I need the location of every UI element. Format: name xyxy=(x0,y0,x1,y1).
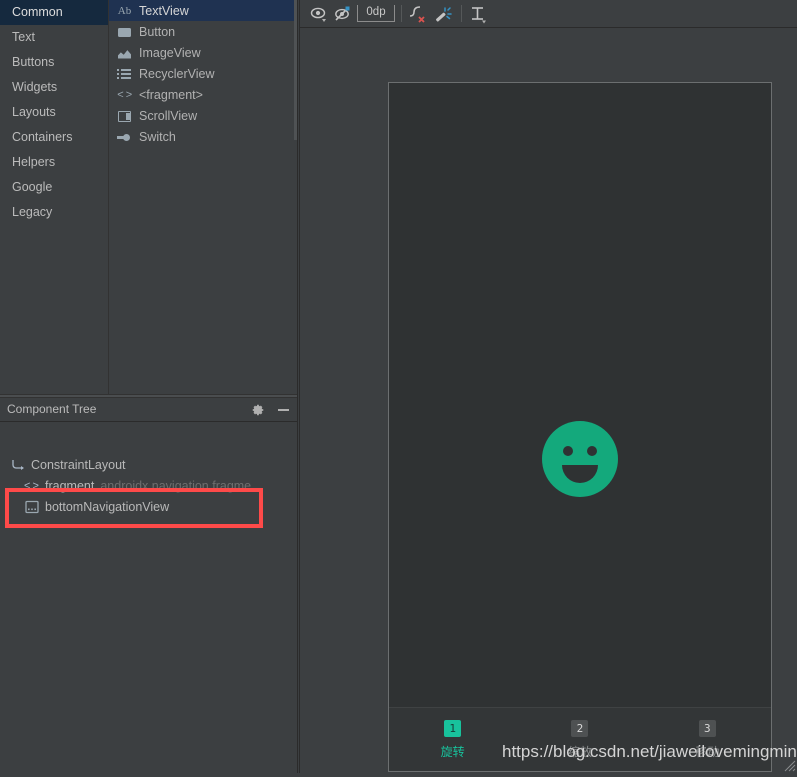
watermark-text: https://blog.csdn.net/jiaweilovemingming xyxy=(502,742,797,761)
palette-item-switch[interactable]: Switch xyxy=(109,126,297,147)
list-icon xyxy=(116,67,133,81)
palette-item-scrollview[interactable]: ScrollView xyxy=(109,105,297,126)
palette-category-containers[interactable]: Containers xyxy=(0,125,108,150)
palette-category-legacy[interactable]: Legacy xyxy=(0,200,108,225)
code-brackets-icon: < > xyxy=(117,88,132,101)
guideline-icon[interactable] xyxy=(468,4,490,24)
tree-node-detail: androidx.navigation.fragme xyxy=(100,479,252,493)
palette-item-label: ImageView xyxy=(139,45,201,60)
palette-category-label: Widgets xyxy=(12,80,58,94)
palette-category-helpers[interactable]: Helpers xyxy=(0,150,108,175)
palette-category-common[interactable]: Common xyxy=(0,0,108,25)
component-tree-header: Component Tree xyxy=(0,399,297,422)
palette-category-label: Helpers xyxy=(12,155,56,169)
fragment-icon: < > xyxy=(24,480,39,492)
palette-category-label: Containers xyxy=(12,130,73,144)
component-tree-body[interactable]: ConstraintLayout < > fragment androidx.n… xyxy=(0,422,297,773)
palette-item-recyclerview[interactable]: RecyclerView xyxy=(109,63,297,84)
device-preview[interactable]: 1 旋转 2 缩放 3 移动 xyxy=(388,82,772,772)
button-icon xyxy=(116,25,133,39)
nav-badge-icon: 1 xyxy=(444,719,462,737)
nav-item-label: 旋转 xyxy=(440,744,465,759)
palette-item-label: ScrollView xyxy=(139,108,198,123)
left-panel: Common Text Buttons Widgets Layouts Cont… xyxy=(0,0,297,773)
tree-node-fragment[interactable]: < > fragment androidx.navigation.fragme xyxy=(24,479,251,493)
palette-category-layouts[interactable]: Layouts xyxy=(0,100,108,125)
palette-item-button[interactable]: Button xyxy=(109,21,297,42)
palette-category-label: Buttons xyxy=(12,55,55,69)
palette-category-google[interactable]: Google xyxy=(0,175,108,200)
toolbar-separator xyxy=(401,5,402,22)
palette-item-textview[interactable]: Ab TextView xyxy=(109,0,297,21)
toggle-visibility-constraints-icon[interactable] xyxy=(333,4,353,24)
palette-category-text[interactable]: Text xyxy=(0,25,108,50)
palette-item-label: RecyclerView xyxy=(139,66,215,81)
image-icon xyxy=(116,46,133,60)
palette-item-label: Switch xyxy=(139,129,176,144)
panel-splitter-horizontal[interactable] xyxy=(0,394,297,398)
palette-category-buttons[interactable]: Buttons xyxy=(0,50,108,75)
design-toolbar: 0dp xyxy=(300,0,797,28)
palette-item-label: Button xyxy=(139,24,176,39)
design-canvas[interactable]: 1 旋转 2 缩放 3 移动 xyxy=(300,28,797,773)
component-tree-panel: Component Tree ConstraintLayout < > frag… xyxy=(0,399,297,773)
palette-category-label: Text xyxy=(12,30,35,44)
default-margin-value[interactable]: 0dp xyxy=(357,5,395,22)
switch-icon xyxy=(116,130,133,144)
palette-category-list[interactable]: Common Text Buttons Widgets Layouts Cont… xyxy=(0,0,109,394)
bottom-navigation-icon xyxy=(24,500,40,514)
palette-category-label: Legacy xyxy=(12,205,53,219)
view-options-icon[interactable] xyxy=(308,4,330,24)
minimize-icon[interactable] xyxy=(278,409,289,411)
nav-badge-icon: 3 xyxy=(698,719,716,737)
palette-category-label: Google xyxy=(12,180,53,194)
palette-category-widgets[interactable]: Widgets xyxy=(0,75,108,100)
palette-item-list[interactable]: Ab TextView Button ImageView RecyclerVie… xyxy=(109,0,297,394)
palette-item-label: TextView xyxy=(139,3,189,18)
infer-constraints-icon[interactable] xyxy=(432,4,454,24)
ab-text-icon: Ab xyxy=(117,4,132,17)
constraint-layout-icon xyxy=(10,458,26,472)
tree-node-bottomnavigationview[interactable]: bottomNavigationView xyxy=(24,500,169,514)
palette-item-fragment[interactable]: < > <fragment> xyxy=(109,84,297,105)
palette-item-imageview[interactable]: ImageView xyxy=(109,42,297,63)
palette-panel: Common Text Buttons Widgets Layouts Cont… xyxy=(0,0,297,394)
component-tree-title: Component Tree xyxy=(7,402,97,416)
design-editor: 0dp 1 旋转 2 缩放 3 移动 xyxy=(300,0,797,773)
palette-item-label: <fragment> xyxy=(139,87,203,102)
tree-node-constraintlayout[interactable]: ConstraintLayout xyxy=(10,458,126,472)
palette-category-label: Common xyxy=(12,5,63,19)
smiley-face-icon xyxy=(542,421,618,497)
scroll-icon xyxy=(116,109,133,123)
clear-constraints-icon[interactable] xyxy=(407,4,429,24)
android-studio-layout-editor: Common Text Buttons Widgets Layouts Cont… xyxy=(0,0,797,773)
gear-icon[interactable] xyxy=(251,403,265,417)
nav-item-1[interactable]: 1 旋转 xyxy=(389,708,516,771)
toolbar-separator xyxy=(461,5,462,22)
palette-category-label: Layouts xyxy=(12,105,56,119)
tree-node-label: bottomNavigationView xyxy=(45,500,170,514)
tree-node-label: ConstraintLayout xyxy=(31,458,126,472)
nav-badge-icon: 2 xyxy=(571,719,589,737)
tree-node-label: fragment xyxy=(45,479,95,493)
